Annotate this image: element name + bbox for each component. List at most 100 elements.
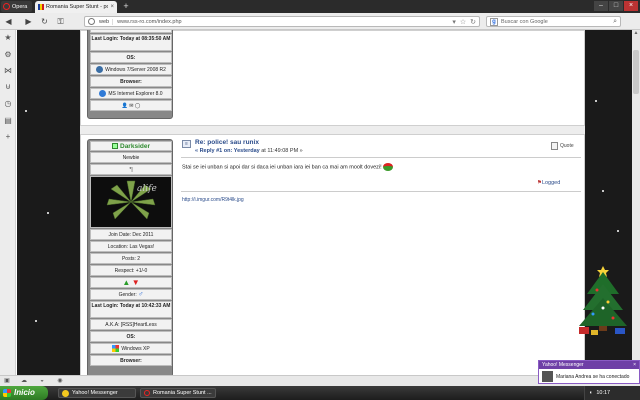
quote-button[interactable]: Quote — [551, 142, 574, 150]
avatar-image: alife — [91, 177, 171, 227]
taskbar-item-opera[interactable]: Romania Super Stunt ... — [140, 388, 216, 398]
last-login-cell: Last Login: Today at 08:35:50 AM — [90, 34, 172, 51]
new-tab-button[interactable]: + — [121, 2, 131, 11]
google-icon[interactable]: g — [490, 17, 498, 26]
bookmark-star-icon[interactable]: ☆ — [460, 18, 466, 26]
profile-icon[interactable]: 👤 — [122, 103, 128, 109]
reply-number[interactable]: « Reply #1 on: Yesterday — [195, 148, 260, 154]
settings-gear-icon[interactable]: ⚙ — [3, 50, 13, 60]
author-name[interactable]: Darksider — [120, 143, 150, 150]
start-button[interactable]: Inicio — [0, 386, 48, 400]
browser-label-cell: Browser: — [90, 76, 172, 87]
respect-vote-cell: ▲ ▼ — [90, 277, 172, 288]
history-clock-icon[interactable]: ◷ — [3, 99, 13, 109]
gender-label: Gender: — [118, 292, 137, 298]
minimize-button[interactable]: – — [594, 1, 608, 11]
opera-logo-icon — [3, 3, 10, 10]
respect-down-icon[interactable]: ▼ — [132, 278, 140, 287]
notes-icon[interactable]: ▤ — [3, 116, 13, 126]
globe-icon — [88, 18, 95, 25]
join-date: Join Date: Dec 2011 — [108, 232, 154, 238]
key-icon[interactable]: ⚿ — [56, 17, 65, 26]
online-status-icon — [112, 143, 118, 150]
add-panel-icon[interactable]: + — [3, 132, 13, 142]
bookmarks-star-icon[interactable]: ★ — [3, 33, 13, 43]
yahoo-notification-popup[interactable]: Yahoo! Messenger × Mariana Andrea se ha … — [538, 360, 640, 384]
cloud-icon[interactable]: ☁ — [20, 378, 28, 385]
windows-xp-logo-icon — [112, 345, 120, 353]
romania-flag-icon — [38, 4, 44, 10]
browser-label: Browser: — [120, 358, 142, 364]
popup-close-icon[interactable]: × — [633, 361, 636, 369]
dropdown-icon[interactable]: ▾ — [452, 18, 456, 26]
popup-title: Yahoo! Messenger — [542, 362, 584, 368]
unite-icon[interactable]: ⋈ — [3, 66, 13, 76]
taskbar-item-label: Romania Super Stunt ... — [153, 390, 212, 396]
author-profile-panel: Darksider Newbie *| alife Join Date: Dec… — [87, 139, 173, 375]
respect-up-icon[interactable]: ▲ — [122, 278, 130, 287]
signature-divider — [181, 191, 581, 192]
post-subject[interactable]: Re: police! sau runix — [195, 139, 259, 146]
signature-link[interactable]: http://i.imgur.com/R9t4lk.jpg — [182, 197, 244, 203]
camera-icon[interactable]: ◉ — [56, 378, 64, 385]
last-login-value: Today at 10:42:33 AM — [119, 303, 171, 309]
email-icon[interactable]: ✉ — [129, 103, 133, 109]
reload-page-icon[interactable]: ↻ — [470, 18, 476, 26]
close-window-button[interactable]: × — [624, 1, 638, 11]
tab-romania-super-stunt[interactable]: Romania Super Stunt - po... × — [35, 1, 117, 13]
pm-icon[interactable]: ◯ — [135, 103, 141, 109]
post-count: Posts: 2 — [121, 256, 141, 262]
svg-text:alife: alife — [137, 184, 157, 194]
popup-body: Mariana Andrea se ha conectado — [539, 369, 639, 384]
divider — [181, 157, 581, 158]
opera-menu-button[interactable]: Opera — [1, 1, 32, 12]
post-body-text: Stai se iei unban si apoi dar si daca ie… — [182, 164, 382, 171]
contact-avatar — [542, 371, 553, 382]
window-controls: – □ × — [594, 1, 638, 11]
author-name-cell: Darksider — [90, 141, 172, 151]
join-date-cell: Join Date: Dec 2011 — [90, 229, 172, 240]
ie-logo-icon — [99, 90, 107, 98]
os-label-cell: OS: — [90, 331, 172, 342]
last-login-value: Today at 08:35:50 AM — [119, 36, 171, 42]
logged-label: Logged — [541, 180, 561, 186]
close-tab-icon[interactable]: × — [110, 4, 114, 10]
windows-logo-icon — [96, 66, 104, 74]
maximize-button[interactable]: □ — [609, 1, 623, 11]
snowflake — [35, 320, 37, 322]
address-field[interactable]: web www.rss-ro.com/index.php ▾ ☆ ↻ — [84, 16, 480, 27]
respect-cell: Respect: +1/-0 — [90, 265, 172, 276]
avatar[interactable]: alife — [90, 176, 172, 228]
tab-strip: Opera Romania Super Stunt - po... × + – … — [0, 0, 640, 13]
scrollbar-thumb[interactable] — [633, 50, 639, 94]
search-field[interactable]: g Buscar con Google ⌕ — [486, 16, 621, 27]
taskbar-item-yahoo[interactable]: Yahoo! Messenger — [58, 388, 136, 398]
clock[interactable]: 10:17 — [596, 386, 610, 400]
address-url[interactable]: www.rss-ro.com/index.php — [117, 19, 448, 25]
back-icon[interactable]: ◀ — [4, 17, 13, 26]
mail-icon[interactable]: ⊍ — [3, 82, 13, 92]
aka: A.K.A: [RSS]HeartLess — [105, 322, 157, 328]
aka-cell: A.K.A: [RSS]HeartLess — [90, 319, 172, 330]
reply-time: at 11:49:08 PM » — [261, 148, 303, 154]
quote-icon — [551, 142, 558, 150]
respect: Respect: +1/-0 — [114, 268, 148, 274]
snowflake — [602, 190, 604, 192]
reload-icon[interactable]: ↻ — [40, 17, 49, 26]
panel-toggle-icon[interactable]: ▣ — [3, 378, 11, 385]
search-icon[interactable]: ⌕ — [613, 18, 617, 26]
quote-label: Quote — [560, 143, 574, 149]
santa-smiley-icon — [383, 163, 394, 171]
rank-stars: *| — [129, 167, 133, 173]
volume-icon[interactable]: ◖ — [589, 386, 592, 400]
snowflake — [595, 100, 597, 102]
os-value: Windows XP — [121, 346, 150, 352]
page-scrollbar[interactable]: ▲ ▼ — [632, 30, 640, 375]
turbo-icon[interactable]: ◒ — [38, 378, 46, 385]
last-login-label: Last Login: — [91, 303, 119, 309]
os-value: Windows 7/Server 2008 R2 — [105, 67, 166, 73]
scroll-up-icon[interactable]: ▲ — [632, 30, 640, 37]
address-mode: web — [99, 18, 114, 25]
profile-cell — [90, 30, 172, 33]
forward-icon[interactable]: ▶ — [24, 17, 33, 26]
